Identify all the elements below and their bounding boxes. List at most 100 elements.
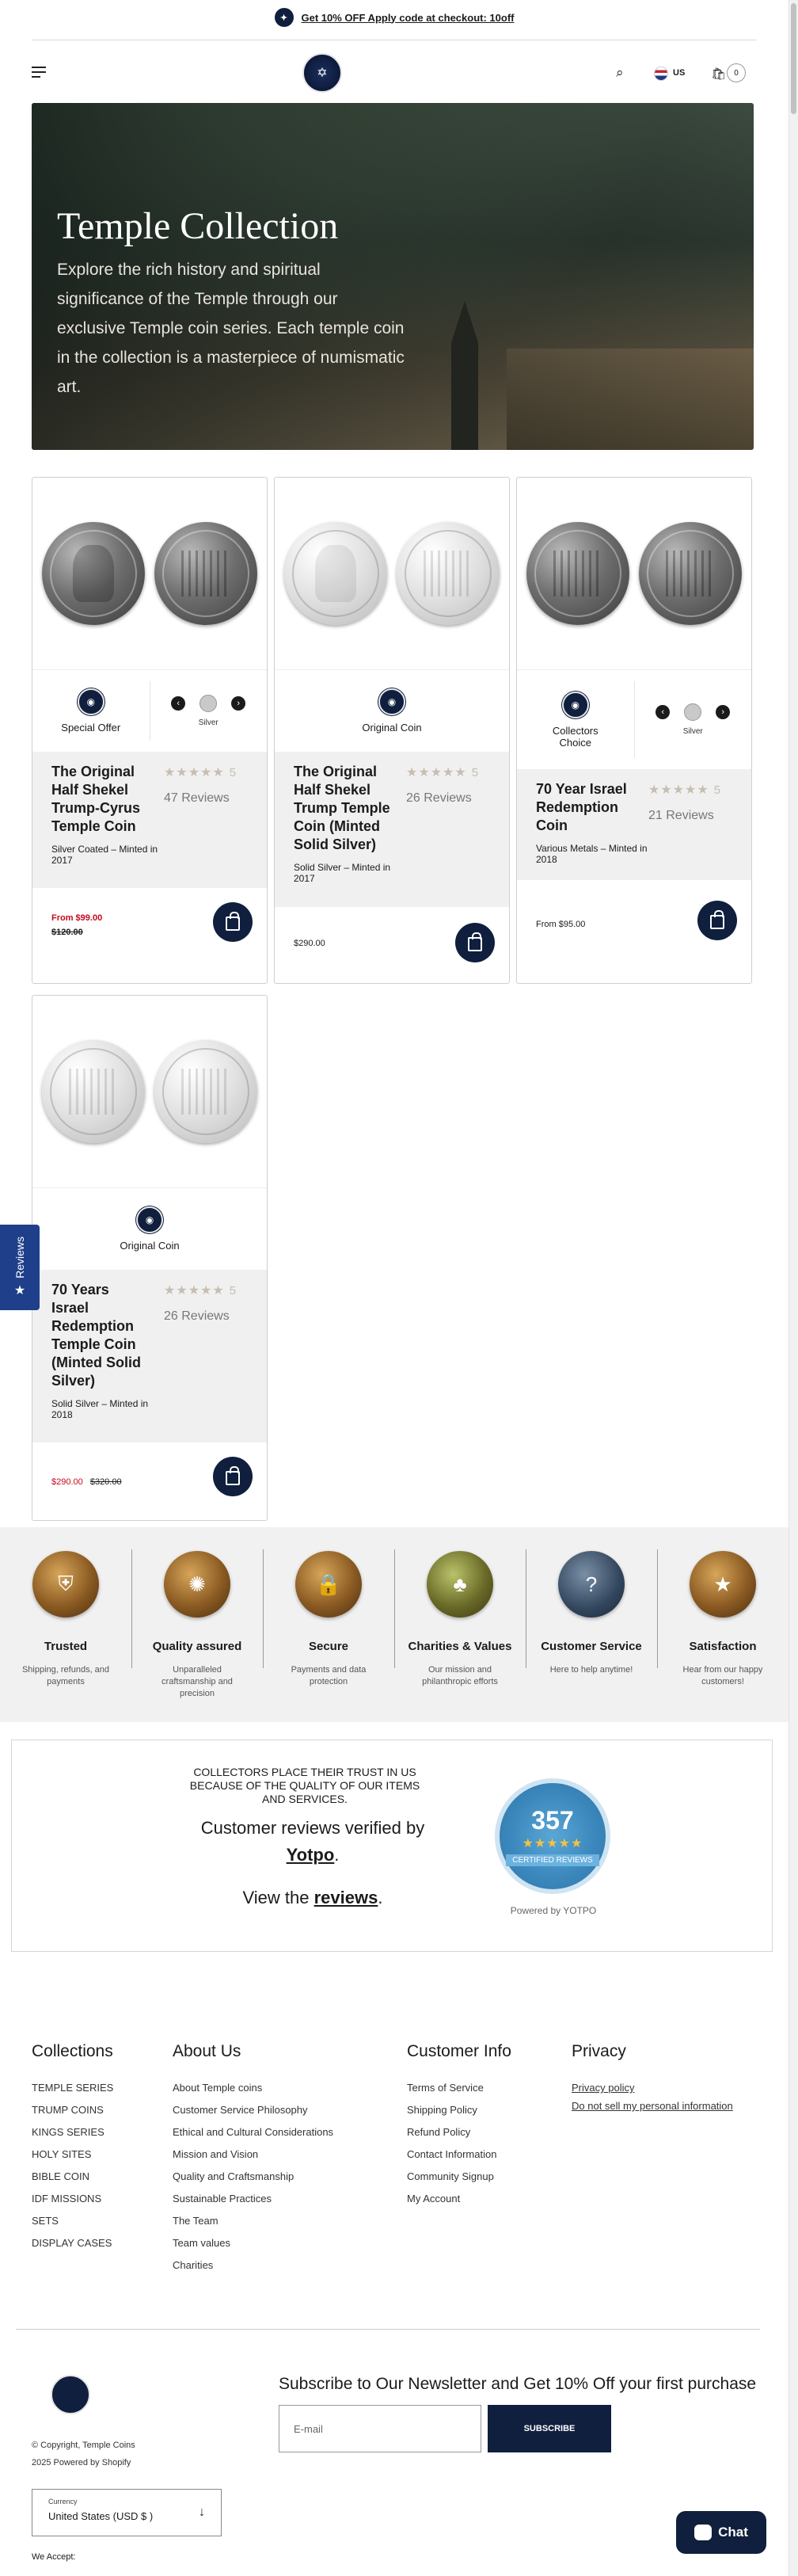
feature-secure[interactable]: 🔒 Secure Payments and data protection: [263, 1527, 394, 1722]
chat-button[interactable]: Chat: [676, 2511, 766, 2554]
footer-link[interactable]: TEMPLE SERIES: [32, 2082, 113, 2094]
prev-arrow-icon[interactable]: ‹: [171, 696, 186, 711]
footer-link[interactable]: TRUMP COINS: [32, 2104, 113, 2116]
do-not-sell-link[interactable]: Do not sell my personal information: [572, 2100, 733, 2112]
country-selector[interactable]: US: [673, 68, 685, 78]
feature-desc: Hear from our happy customers!: [682, 1665, 763, 1686]
footer-link[interactable]: Terms of Service: [407, 2082, 511, 2094]
product-rating[interactable]: ★★★★★ 5 47 Reviews: [164, 764, 237, 806]
feature-charities[interactable]: ♣ Charities & Values Our mission and phila…: [394, 1527, 526, 1722]
product-card[interactable]: ◉ Collectors Choice ‹ › Silver 70 Year Isra…: [516, 477, 752, 984]
feature-service[interactable]: ? Customer Service Here to help anytime!: [526, 1527, 657, 1722]
footer-link[interactable]: IDF MISSIONS: [32, 2193, 113, 2204]
footer-privacy: Privacy Privacy policy Do not sell my pe…: [572, 2042, 733, 2118]
feature-quality[interactable]: ✺ Quality assured Unparalleled craftsmansh…: [131, 1527, 263, 1722]
footer-link[interactable]: Shipping Policy: [407, 2104, 511, 2116]
product-title[interactable]: The Original Half Shekel Trump-Cyrus Tem…: [51, 763, 162, 836]
footer-link[interactable]: About Temple coins: [173, 2082, 333, 2094]
product-image[interactable]: [32, 478, 267, 669]
footer-link[interactable]: The Team: [173, 2215, 333, 2227]
announcement-text[interactable]: Get 10% OFF Apply code at checkout: 10of…: [302, 12, 515, 24]
announcement-bar[interactable]: ✦ Get 10% OFF Apply code at checkout: 10…: [0, 0, 788, 35]
star-rating-icon: ★★★★★ 5: [164, 1284, 238, 1298]
feature-desc: Here to help anytime!: [549, 1665, 633, 1675]
currency-selector[interactable]: Currency United States (USD $ ) ↓: [32, 2489, 222, 2536]
powered-by-yotpo[interactable]: Powered by YOTPO: [504, 1905, 602, 1916]
product-meta: Silver Coated – Minted in 2017: [51, 844, 158, 866]
product-card[interactable]: ◉ Original Coin 70 Years Israel Redemptio…: [32, 995, 268, 1521]
we-accept-label: We Accept:: [32, 2552, 76, 2562]
search-icon[interactable]: ⌕: [616, 65, 624, 81]
footer-link[interactable]: HOLY SITES: [32, 2148, 113, 2160]
site-logo[interactable]: ✡: [302, 53, 342, 93]
footer-link[interactable]: BIBLE COIN: [32, 2170, 113, 2182]
footer-link[interactable]: Customer Service Philosophy: [173, 2104, 333, 2116]
certified-reviews-seal[interactable]: 357 ★★★★★ CERTIFIED REVIEWS: [495, 1778, 610, 1894]
footer-link[interactable]: DISPLAY CASES: [32, 2237, 113, 2249]
footer-link[interactable]: KINGS SERIES: [32, 2126, 113, 2138]
footer-heading: Collections: [32, 2042, 113, 2060]
shield-icon: ⛨: [32, 1551, 99, 1618]
footer-link[interactable]: Sustainable Practices: [173, 2193, 333, 2204]
add-to-cart-button[interactable]: [213, 1457, 253, 1496]
product-card[interactable]: ◉ Special Offer ‹ › Silver The Original Hal…: [32, 477, 268, 984]
next-arrow-icon[interactable]: ›: [231, 696, 246, 711]
footer-link[interactable]: Community Signup: [407, 2170, 511, 2182]
feature-desc: Unparalleled craftsmanship and precision: [162, 1665, 233, 1698]
feature-satisfaction[interactable]: ★ Satisfaction Hear from our happy custome…: [657, 1527, 788, 1722]
product-image[interactable]: [275, 478, 509, 669]
feature-desc: Our mission and philanthropic efforts: [422, 1665, 498, 1686]
footer-link[interactable]: My Account: [407, 2193, 511, 2204]
feature-trusted[interactable]: ⛨ Trusted Shipping, refunds, and payments: [0, 1527, 131, 1722]
lock-icon: 🔒: [295, 1551, 362, 1618]
reviews-link[interactable]: reviews: [314, 1888, 378, 1907]
footer-heading: Customer Info: [407, 2042, 511, 2060]
scrollbar[interactable]: [788, 0, 798, 2576]
trust-statement: Collectors place their trust in us becau…: [189, 1766, 420, 1805]
cart-icon[interactable]: 🛍: [711, 67, 726, 81]
footer-logo[interactable]: [51, 2375, 90, 2414]
product-title[interactable]: 70 Years Israel Redemption Temple Coin (…: [51, 1281, 146, 1390]
menu-icon[interactable]: [32, 67, 46, 78]
badge-icon: ◉: [378, 688, 405, 715]
footer-link[interactable]: Contact Information: [407, 2148, 511, 2160]
swatch-silver[interactable]: [684, 703, 702, 721]
us-flag-icon[interactable]: [654, 67, 668, 81]
footer-link[interactable]: Refund Policy: [407, 2126, 511, 2138]
review-total: 357: [531, 1806, 574, 1835]
subscribe-button[interactable]: SUBSCRIBE: [488, 2405, 611, 2452]
footer-link[interactable]: Quality and Craftsmanship: [173, 2170, 333, 2182]
add-to-cart-button[interactable]: [213, 902, 253, 942]
product-title[interactable]: 70 Year Israel Redemption Coin: [536, 780, 647, 835]
next-arrow-icon[interactable]: ›: [716, 705, 731, 719]
hero-description: Explore the rich history and spiritual s…: [57, 261, 405, 396]
product-price: $290.00 $320.00: [51, 1477, 122, 1487]
footer-link[interactable]: Ethical and Cultural Considerations: [173, 2126, 333, 2138]
add-to-cart-button[interactable]: [455, 923, 495, 962]
product-rating[interactable]: ★★★★★ 5 26 Reviews: [406, 764, 479, 806]
footer-link[interactable]: Mission and Vision: [173, 2148, 333, 2160]
cart-count[interactable]: 0: [727, 63, 746, 82]
feature-title: Satisfaction: [689, 1640, 757, 1653]
footer-link[interactable]: SETS: [32, 2215, 113, 2227]
add-to-cart-button[interactable]: [697, 901, 737, 940]
privacy-link[interactable]: Privacy policy: [572, 2082, 733, 2094]
product-image[interactable]: [517, 478, 751, 669]
footer-link[interactable]: Team values: [173, 2237, 333, 2249]
product-rating[interactable]: ★★★★★ 5 26 Reviews: [164, 1282, 237, 1324]
product-title[interactable]: The Original Half Shekel Trump Temple Co…: [294, 763, 405, 854]
reviews-widget: Collectors place their trust in us becau…: [11, 1740, 773, 1952]
star-icon: ★: [690, 1551, 756, 1618]
reviews-tab[interactable]: Reviews ★: [0, 1225, 40, 1310]
swatch-label: Silver: [198, 718, 218, 727]
yotpo-link[interactable]: Yotpo: [287, 1845, 335, 1865]
product-card[interactable]: ◉ Original Coin The Original Half Shekel …: [274, 477, 510, 984]
review-count: 21 Reviews: [648, 809, 714, 822]
product-rating[interactable]: ★★★★★ 5 21 Reviews: [648, 782, 721, 823]
swatch-silver[interactable]: [200, 695, 218, 712]
prev-arrow-icon[interactable]: ‹: [656, 705, 671, 719]
product-image[interactable]: [32, 996, 267, 1187]
email-field[interactable]: E-mail: [279, 2405, 481, 2452]
footer-link[interactable]: Charities: [173, 2259, 333, 2271]
product-meta: Solid Silver – Minted in 2017: [294, 862, 391, 884]
